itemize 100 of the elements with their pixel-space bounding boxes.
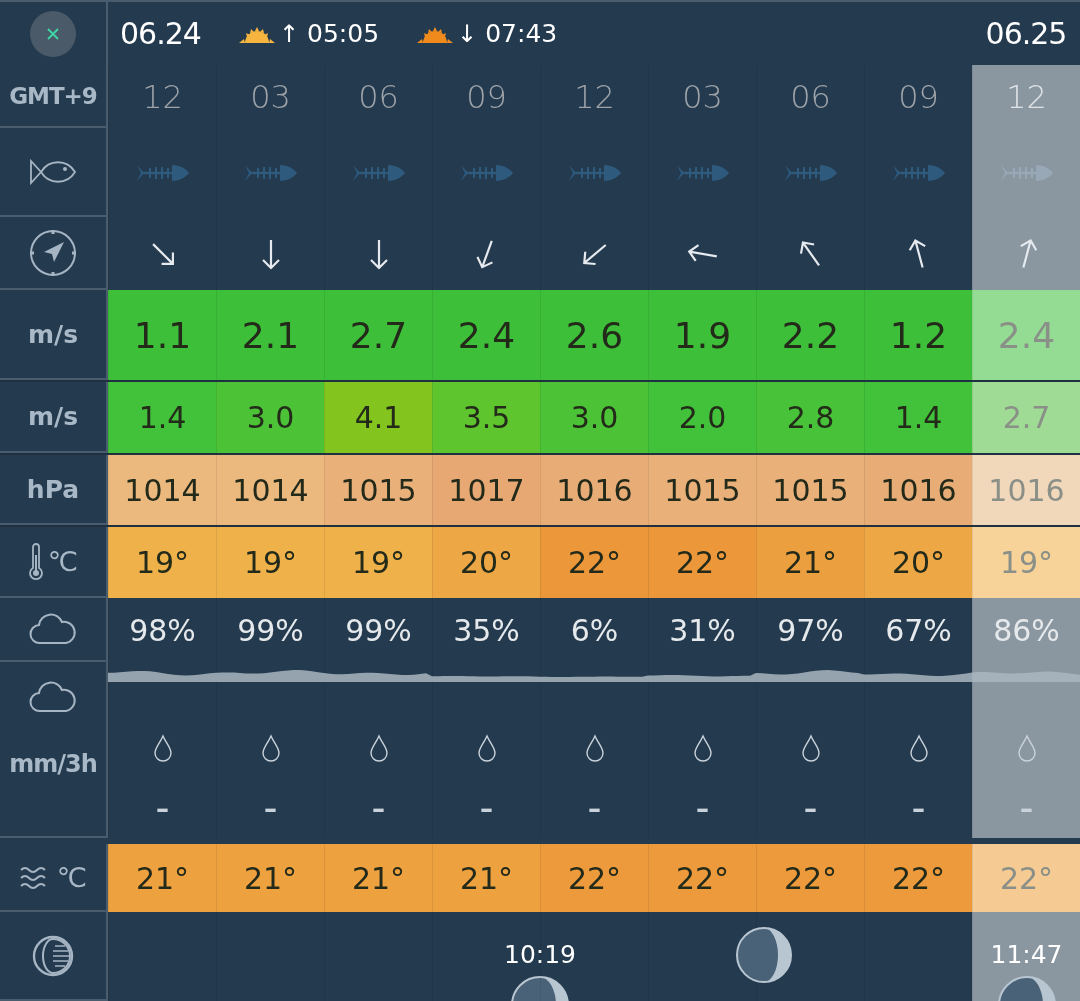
temperature-cell: 19° <box>972 527 1080 598</box>
unit-label: ℃ <box>47 546 79 577</box>
moonrise-time: 10:19 <box>504 940 576 969</box>
pressure-cell: 1015 <box>324 455 432 525</box>
cloud-cover-label: 67% <box>885 612 952 648</box>
sea-temperature-cell: 21° <box>432 844 540 912</box>
temperature-cell: 19° <box>216 527 324 598</box>
cloud-icon <box>28 612 78 646</box>
precipitation-value: – <box>156 796 169 822</box>
temperature-cell: 19° <box>324 527 432 598</box>
sea-temperature-cell: 21° <box>108 844 216 912</box>
pressure-cell: 1016 <box>972 455 1080 525</box>
moonrise-time: 11:47 <box>990 940 1063 969</box>
unit-label: mm/3h <box>9 750 97 778</box>
fish-icon <box>29 156 77 187</box>
hour-label: 06 <box>790 77 831 116</box>
date-label: 06.25 <box>985 16 1067 51</box>
gust-speed-cell: 2.8 <box>756 382 864 453</box>
hour-label: 09 <box>898 77 939 116</box>
sun-time: 05:05 <box>307 19 380 48</box>
hour-label: 06 <box>358 77 399 116</box>
hour-label: 03 <box>250 77 291 116</box>
gust-speed-cell: 1.4 <box>864 382 972 453</box>
wind-speed-cell: 2.4 <box>432 290 540 380</box>
wind-speed-cell: 2.4 <box>972 290 1080 380</box>
gust-speed-cell: 3.5 <box>432 382 540 453</box>
precipitation-value: – <box>588 796 601 822</box>
drop-icon <box>691 734 714 762</box>
drop-icon <box>583 734 606 762</box>
gust-speed-cell: 2.0 <box>648 382 756 453</box>
moon-phase-icon <box>31 933 75 978</box>
wind-speed-cell: 1.9 <box>648 290 756 380</box>
hour-label: 12 <box>1006 77 1047 116</box>
cloud-icon <box>28 680 78 714</box>
sea-temperature-cell: 22° <box>756 844 864 912</box>
pressure-cell: 1016 <box>540 455 648 525</box>
sea-temperature-cell: 22° <box>864 844 972 912</box>
moon-icon <box>735 926 793 984</box>
drop-icon <box>151 734 174 762</box>
precipitation-value: – <box>696 796 709 822</box>
temperature-cell: 21° <box>756 527 864 598</box>
gust-speed-cell: 1.4 <box>108 382 216 453</box>
pressure-cell: 1014 <box>216 455 324 525</box>
hour-label: 03 <box>682 77 723 116</box>
gust-speed-cell: 2.7 <box>972 382 1080 453</box>
temperature-cell: 22° <box>540 527 648 598</box>
gust-speed-cell: 3.0 <box>216 382 324 453</box>
cloud-cover-label: 99% <box>345 612 412 648</box>
temperature-cell: 20° <box>864 527 972 598</box>
precipitation-value: – <box>480 796 493 822</box>
unit-label: m/s <box>27 402 79 431</box>
sea-temperature-cell: 22° <box>972 844 1080 912</box>
thermometer-icon <box>27 542 44 581</box>
compass-icon <box>28 227 78 278</box>
sea-temperature-cell: 21° <box>324 844 432 912</box>
arrow-label: ↑ <box>278 19 299 48</box>
timezone-label: GMT+9 <box>9 82 97 109</box>
unit-label: hPa <box>26 474 80 504</box>
precipitation-value: – <box>372 796 385 822</box>
wind-speed-cell: 1.1 <box>108 290 216 380</box>
date-label: 06.24 <box>120 16 201 51</box>
hour-label: 12 <box>574 77 615 116</box>
drop-icon <box>799 734 822 762</box>
wind-speed-cell: 2.6 <box>540 290 648 380</box>
wind-speed-cell: 1.2 <box>864 290 972 380</box>
close-icon <box>45 25 61 42</box>
gust-speed-cell: 4.1 <box>324 382 432 453</box>
pressure-cell: 1016 <box>864 455 972 525</box>
drop-icon <box>907 734 930 762</box>
pressure-cell: 1017 <box>432 455 540 525</box>
precipitation-value: – <box>912 796 925 822</box>
temperature-cell: 20° <box>432 527 540 598</box>
drop-icon <box>1015 734 1038 762</box>
hour-label: 12 <box>142 77 183 116</box>
cloud-cover-label: 98% <box>129 612 196 648</box>
pressure-cell: 1014 <box>108 455 216 525</box>
cloud-cover-label: 31% <box>669 612 736 648</box>
moon-icon <box>996 975 1057 1001</box>
temperature-cell: 19° <box>108 527 216 598</box>
precipitation-value: – <box>264 796 277 822</box>
cloud-cover-label: 99% <box>237 612 304 648</box>
unit-label: ℃ <box>56 861 88 893</box>
precipitation-value: – <box>1020 796 1033 822</box>
wind-speed-cell: 2.2 <box>756 290 864 380</box>
drop-icon <box>475 734 498 762</box>
unit-label: m/s <box>27 319 79 349</box>
cloud-cover-label: 97% <box>777 612 844 648</box>
cloud-cover-label: 35% <box>453 612 520 648</box>
temperature-cell: 22° <box>648 527 756 598</box>
precipitation-value: – <box>804 796 817 822</box>
pressure-cell: 1015 <box>648 455 756 525</box>
close-button[interactable] <box>30 10 76 57</box>
sun-time: 07:43 <box>485 19 558 48</box>
sea-temperature-cell: 22° <box>540 844 648 912</box>
cloud-cover-label: 6% <box>570 612 619 648</box>
sea-temperature-cell: 21° <box>216 844 324 912</box>
wind-speed-cell: 2.7 <box>324 290 432 380</box>
wind-speed-cell: 2.1 <box>216 290 324 380</box>
drop-icon <box>259 734 282 762</box>
hour-label: 09 <box>466 77 507 116</box>
